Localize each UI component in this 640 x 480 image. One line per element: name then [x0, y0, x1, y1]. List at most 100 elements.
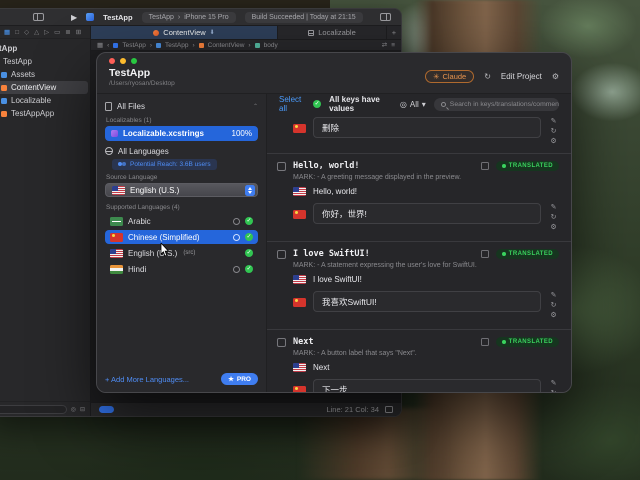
- strings-list: 删除 ✎ ↻ ⚙ Hello, world!: [267, 114, 571, 392]
- entry-checkbox[interactable]: [277, 338, 286, 347]
- flag-cn-icon: [293, 386, 306, 392]
- issue-navigator-icon[interactable]: △: [34, 28, 39, 36]
- translation-input[interactable]: 下一步: [313, 379, 541, 392]
- retranslate-icon[interactable]: ↻: [551, 128, 557, 136]
- debug-navigator-icon[interactable]: ▭: [54, 28, 60, 36]
- swap-editor-icon[interactable]: ⇄: [382, 41, 387, 49]
- retranslate-icon[interactable]: ↻: [551, 390, 557, 392]
- language-row-english[interactable]: English (U.S.) (src) ✓: [105, 246, 258, 260]
- file-progress: 100%: [232, 129, 252, 138]
- settings-icon[interactable]: ⚙: [550, 224, 556, 232]
- file-row-localizable[interactable]: Localizable: [0, 94, 90, 107]
- tab-pin-icon[interactable]: ⬇: [210, 29, 215, 36]
- source-language-dropdown[interactable]: English (U.S.): [105, 183, 258, 197]
- crown-icon: ★: [228, 375, 234, 383]
- claude-badge[interactable]: ✳ Claude: [425, 70, 474, 83]
- retranslate-circle-icon[interactable]: [233, 234, 240, 241]
- tab-contentview[interactable]: ContentView ⬇: [91, 26, 277, 39]
- refresh-icon[interactable]: ↻: [484, 72, 491, 81]
- scheme-selector[interactable]: TestApp › iPhone 15 Pro: [142, 12, 236, 23]
- flag-in-icon: [110, 265, 123, 274]
- all-keys-check-icon: ✓: [313, 100, 321, 108]
- editor-mode-icon[interactable]: [385, 406, 393, 413]
- recent-filter-icon[interactable]: ◎: [71, 406, 76, 413]
- file-row-assets[interactable]: Assets: [0, 68, 90, 81]
- settings-icon[interactable]: ⚙: [550, 138, 556, 146]
- string-entry-partial: 删除 ✎ ↻ ⚙: [267, 114, 571, 153]
- zoom-button[interactable]: [131, 58, 137, 64]
- flag-us-icon: [110, 249, 123, 258]
- grid-icon[interactable]: ▦: [97, 41, 103, 49]
- close-button[interactable]: [109, 58, 115, 64]
- entry-key: Next: [293, 337, 313, 347]
- search-input[interactable]: Search in keys/translations/comments...: [434, 98, 559, 111]
- language-row-hindi[interactable]: Hindi ✓: [105, 262, 258, 276]
- edit-icon[interactable]: ✎: [551, 118, 557, 126]
- edit-icon[interactable]: ✎: [551, 380, 557, 388]
- back-chevron-icon[interactable]: ‹: [107, 42, 109, 49]
- localizables-label: Localizables (1): [106, 117, 258, 124]
- file-row-testappapp[interactable]: TestAppApp: [0, 107, 90, 120]
- retranslate-icon[interactable]: ↻: [551, 302, 557, 310]
- strings-panel-header: Select all ✓ All keys have values ◎ All …: [267, 94, 571, 114]
- all-files-row[interactable]: All Files ⌃: [105, 99, 258, 113]
- copy-icon[interactable]: [481, 250, 489, 258]
- bookmark-navigator-icon[interactable]: □: [15, 29, 19, 36]
- file-row-group[interactable]: TestApp: [0, 55, 90, 68]
- localization-window: TestApp /Users/ryosan/Desktop ✳ Claude ↻…: [96, 52, 572, 393]
- run-button[interactable]: ▶: [71, 13, 77, 22]
- crumb-body-icon: [255, 43, 260, 48]
- flag-us-icon: [293, 275, 306, 284]
- chevron-up-icon[interactable]: ⌃: [253, 103, 258, 110]
- app-icon: [86, 13, 94, 21]
- supported-languages-label: Supported Languages (4): [106, 204, 258, 211]
- minimap-icon[interactable]: ≡: [391, 42, 395, 49]
- settings-icon[interactable]: ⚙: [550, 312, 556, 320]
- breakpoint-navigator-icon[interactable]: ≣: [65, 28, 70, 36]
- string-entry-swiftui: I love SwiftUI! TRANSLATED MARK: - A sta…: [267, 242, 571, 329]
- edit-project-button[interactable]: Edit Project: [501, 72, 542, 81]
- translation-input[interactable]: 我喜欢SwiftUI!: [313, 291, 541, 312]
- retranslate-circle-icon[interactable]: [233, 266, 240, 273]
- translation-input[interactable]: 你好，世界!: [313, 203, 541, 224]
- search-icon: [441, 102, 446, 107]
- entry-checkbox[interactable]: [277, 162, 286, 171]
- editor-layout-icon[interactable]: [380, 13, 391, 21]
- copy-icon[interactable]: [481, 162, 489, 170]
- translation-input[interactable]: 删除: [313, 117, 541, 138]
- edit-icon[interactable]: ✎: [551, 292, 557, 300]
- retranslate-icon[interactable]: ↻: [551, 214, 557, 222]
- edit-icon[interactable]: ✎: [551, 204, 557, 212]
- people-icon: [118, 162, 126, 167]
- gear-icon[interactable]: ⚙: [552, 72, 559, 81]
- test-navigator-icon[interactable]: ▷: [44, 28, 49, 36]
- copy-icon[interactable]: [481, 338, 489, 346]
- file-row-project[interactable]: tApp: [0, 42, 90, 55]
- tab-localizable[interactable]: Localizable: [277, 26, 387, 39]
- stepper-icon: [245, 185, 255, 196]
- string-entry-next: Next TRANSLATED MARK: - A button label t…: [267, 330, 571, 392]
- retranslate-circle-icon[interactable]: [233, 218, 240, 225]
- add-tab-button[interactable]: +: [387, 26, 401, 39]
- filter-field[interactable]: [0, 405, 67, 414]
- search-navigator-icon[interactable]: ◇: [24, 28, 29, 36]
- language-pill[interactable]: [99, 406, 114, 413]
- pro-badge[interactable]: ★ PRO: [221, 373, 258, 385]
- scm-filter-icon[interactable]: ⊟: [80, 406, 85, 413]
- language-row-arabic[interactable]: Arabic ✓: [105, 214, 258, 228]
- filter-dropdown[interactable]: ◎ All ▾: [400, 100, 426, 109]
- entry-checkbox[interactable]: [277, 250, 286, 259]
- sidebar-toggle-icon[interactable]: [33, 13, 44, 21]
- minimize-button[interactable]: [120, 58, 126, 64]
- build-status[interactable]: Build Succeeded | Today at 21:15: [245, 12, 363, 23]
- report-navigator-icon[interactable]: ⊞: [76, 28, 81, 36]
- xcstrings-file-row[interactable]: Localizable.xcstrings 100%: [105, 126, 258, 141]
- file-row-contentview[interactable]: ContentView: [0, 81, 88, 94]
- all-languages-row[interactable]: All Languages: [105, 144, 258, 158]
- crumb-app-icon: [113, 43, 118, 48]
- project-navigator-icon[interactable]: ▦: [4, 28, 10, 36]
- language-row-chinese[interactable]: Chinese (Simplified) ✓: [105, 230, 258, 244]
- select-all-button[interactable]: Select all: [279, 95, 305, 113]
- translated-check-icon: ✓: [245, 233, 253, 241]
- add-more-languages-button[interactable]: + Add More Languages...: [105, 375, 189, 384]
